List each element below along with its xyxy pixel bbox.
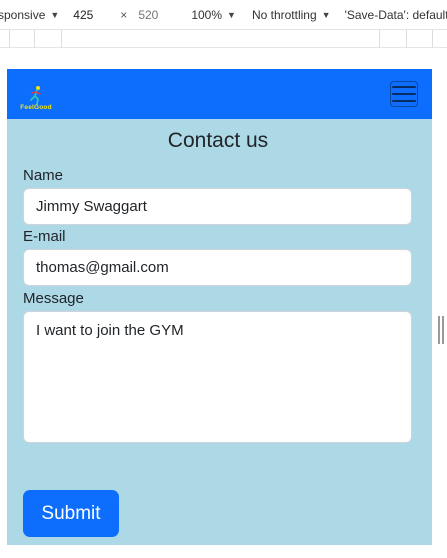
message-label: Message: [23, 290, 84, 307]
name-label: Name: [23, 167, 64, 184]
dimension-separator: ×: [120, 7, 128, 22]
throttling-select[interactable]: No throttling ▼: [252, 8, 331, 22]
devtools-device-toolbar: sponsive ▼ × 100% ▼ No throttling ▼ 'Sav…: [0, 0, 447, 30]
ruler-segment[interactable]: [406, 30, 407, 48]
ruler-segment[interactable]: [379, 30, 380, 48]
runner-icon: [30, 86, 41, 105]
viewport-height-input[interactable]: [133, 4, 180, 25]
save-data-select[interactable]: 'Save-Data': default: [345, 8, 447, 22]
zoom-select-label: 100%: [191, 7, 223, 22]
chevron-down-icon: ▼: [321, 9, 331, 20]
chevron-down-icon: ▼: [227, 9, 236, 20]
hamburger-icon-line: [392, 86, 416, 88]
ruler-segment[interactable]: [61, 30, 62, 48]
chevron-down-icon: ▼: [50, 9, 60, 20]
brand-logo-text: FeelGood: [20, 104, 52, 111]
navbar: FeelGood: [7, 69, 432, 119]
save-data-label: 'Save-Data': default: [344, 7, 447, 22]
brand-logo[interactable]: FeelGood: [11, 78, 61, 118]
viewport-width-input[interactable]: [68, 4, 115, 25]
media-query-ruler: [0, 30, 447, 48]
submit-button[interactable]: Submit: [23, 490, 119, 537]
message-textarea[interactable]: I want to join the GYM: [23, 311, 412, 443]
hamburger-icon-line: [392, 93, 416, 95]
email-label: E-mail: [23, 228, 66, 245]
zoom-select[interactable]: 100% ▼: [191, 8, 236, 22]
email-field[interactable]: thomas@gmail.com: [23, 249, 412, 286]
hamburger-icon-line: [392, 100, 416, 102]
ruler-segment[interactable]: [432, 30, 433, 48]
ruler-segment[interactable]: [9, 30, 10, 48]
page-bottom-strip: [7, 545, 432, 558]
navbar-toggler-button[interactable]: [390, 81, 418, 107]
name-field[interactable]: Jimmy Swaggart: [23, 188, 412, 225]
device-select[interactable]: sponsive ▼: [0, 8, 59, 22]
viewport-resize-handle[interactable]: [438, 316, 444, 344]
device-select-label: sponsive: [0, 7, 46, 22]
ruler-segment[interactable]: [34, 30, 35, 48]
emulated-page: FeelGood Contact us Name Jimmy Swaggart …: [7, 69, 432, 558]
throttling-select-label: No throttling: [251, 7, 317, 22]
page-title: Contact us: [167, 129, 269, 152]
